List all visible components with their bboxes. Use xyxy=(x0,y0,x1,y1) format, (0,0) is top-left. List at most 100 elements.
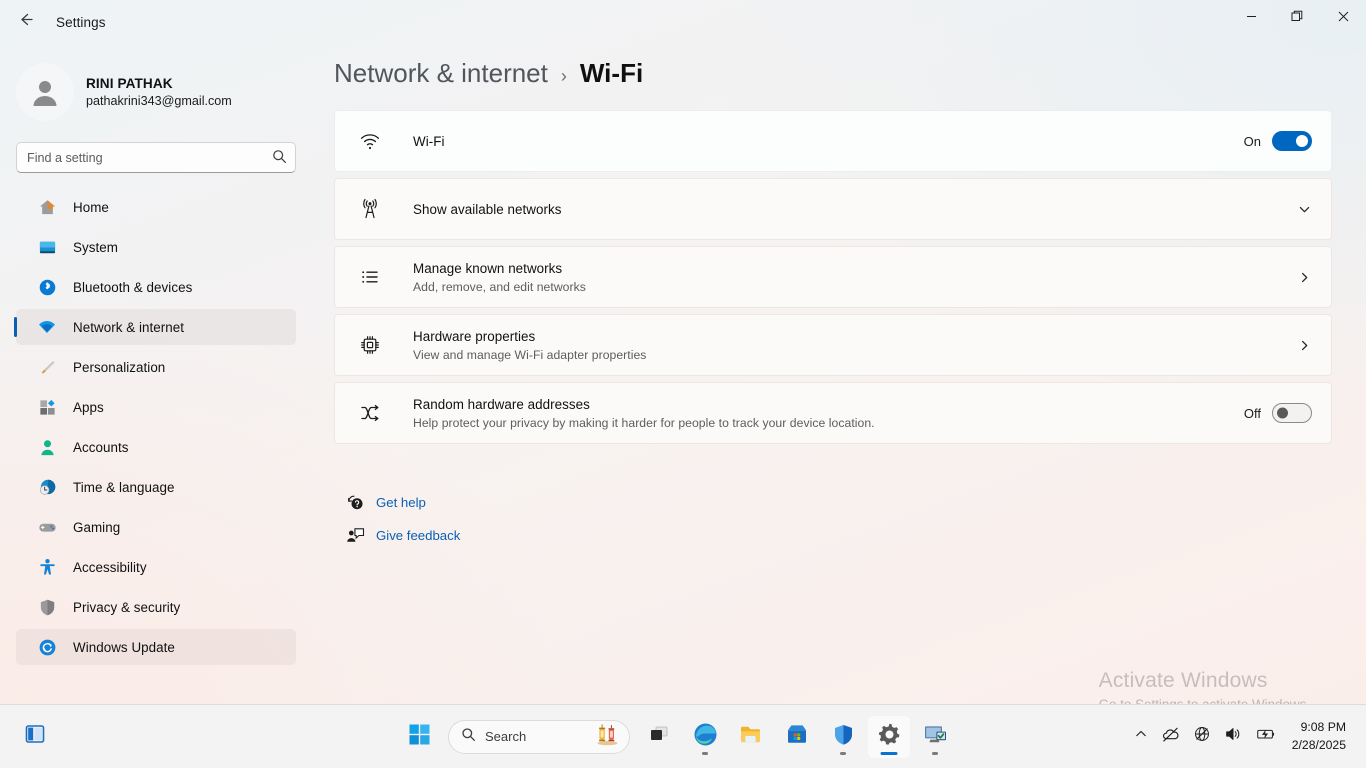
sidebar: RINI PATHAK pathakrini343@gmail.com Home xyxy=(0,44,312,704)
card-title: Wi-Fi xyxy=(413,133,445,149)
sidebar-item-label: Gaming xyxy=(73,519,121,535)
minimize-button[interactable] xyxy=(1228,0,1274,32)
start-button[interactable] xyxy=(398,716,440,758)
tray-chevron-up-button[interactable] xyxy=(1128,717,1154,757)
card-subtitle: View and manage Wi-Fi adapter properties xyxy=(413,347,647,362)
back-button[interactable] xyxy=(8,5,42,39)
edge-button[interactable] xyxy=(684,716,726,758)
help-links: Get help Give feedback xyxy=(344,486,1366,552)
random-mac-toggle-label: Off xyxy=(1243,405,1261,421)
taskbar-left xyxy=(14,716,56,758)
chevron-right-icon[interactable] xyxy=(1297,338,1312,353)
sidebar-item-apps[interactable]: Apps xyxy=(16,389,296,425)
wifi-toggle-label: On xyxy=(1243,133,1261,149)
update-icon xyxy=(36,636,58,658)
edge-icon xyxy=(693,722,718,752)
task-view-button[interactable] xyxy=(638,716,680,758)
sidebar-item-label: Time & language xyxy=(73,479,175,495)
speaker-icon xyxy=(1224,725,1242,748)
taskbar-search-label: Search xyxy=(485,729,527,744)
restore-button[interactable] xyxy=(1274,0,1320,32)
sidebar-item-label: Bluetooth & devices xyxy=(73,279,193,295)
widgets-icon xyxy=(24,723,46,750)
sidebar-item-system[interactable]: System xyxy=(16,229,296,265)
taskbar-search[interactable]: Search xyxy=(448,719,630,754)
clock[interactable]: 9:08 PM 2/28/2025 xyxy=(1284,716,1356,758)
sidebar-item-accessibility[interactable]: Accessibility xyxy=(16,549,296,585)
system-tray: 9:08 PM 2/28/2025 xyxy=(1128,716,1356,758)
get-help-label: Get help xyxy=(376,495,426,510)
sidebar-item-label: Windows Update xyxy=(73,639,175,655)
sidebar-item-gaming[interactable]: Gaming xyxy=(16,509,296,545)
wifi-icon xyxy=(355,130,385,152)
card-wifi[interactable]: Wi-Fi On xyxy=(334,110,1332,172)
list-icon xyxy=(355,266,385,288)
broadcast-tower-icon xyxy=(355,198,385,220)
chevron-right-icon[interactable] xyxy=(1297,270,1312,285)
clock-globe-icon xyxy=(36,476,58,498)
network-button[interactable] xyxy=(1187,717,1217,757)
battery-button[interactable] xyxy=(1249,717,1283,757)
home-icon xyxy=(36,196,58,218)
profile-name: RINI PATHAK xyxy=(86,75,173,91)
remote-desktop-button[interactable] xyxy=(914,716,956,758)
wifi-toggle[interactable] xyxy=(1272,131,1312,151)
caption-buttons xyxy=(1228,0,1366,44)
breadcrumb: Network & internet › Wi-Fi xyxy=(334,58,1366,89)
sidebar-item-personalization[interactable]: Personalization xyxy=(16,349,296,385)
avatar xyxy=(16,63,74,121)
onedrive-button[interactable] xyxy=(1155,717,1186,757)
card-control xyxy=(1297,202,1312,217)
give-feedback-link[interactable]: Give feedback xyxy=(344,519,460,552)
search-input[interactable] xyxy=(16,142,296,173)
settings-button[interactable] xyxy=(868,715,910,758)
card-random-hardware-addresses[interactable]: Random hardware addresses Help protect y… xyxy=(334,382,1332,444)
sidebar-item-home[interactable]: Home xyxy=(16,189,296,225)
card-subtitle: Help protect your privacy by making it h… xyxy=(413,415,875,430)
volume-button[interactable] xyxy=(1218,717,1248,757)
chevron-down-icon[interactable] xyxy=(1297,202,1312,217)
card-hardware-properties[interactable]: Hardware properties View and manage Wi-F… xyxy=(334,314,1332,376)
widgets-button[interactable] xyxy=(14,716,56,758)
breadcrumb-parent[interactable]: Network & internet xyxy=(334,58,548,89)
settings-window: Settings RINI PATHAK pathakrini343@gmail… xyxy=(0,0,1366,768)
card-control xyxy=(1297,270,1312,285)
sidebar-item-privacy-security[interactable]: Privacy & security xyxy=(16,589,296,625)
search-container xyxy=(16,142,296,173)
sidebar-item-time-language[interactable]: Time & language xyxy=(16,469,296,505)
breadcrumb-separator-icon: › xyxy=(560,66,567,86)
page-title: Wi-Fi xyxy=(579,58,644,88)
avatar-icon xyxy=(33,81,57,106)
sidebar-item-network-internet[interactable]: Network & internet xyxy=(14,309,296,345)
gear-icon xyxy=(877,722,902,752)
help-icon xyxy=(344,493,366,512)
bluetooth-icon xyxy=(36,276,58,298)
lantern-emoji-icon xyxy=(594,722,621,751)
start-icon xyxy=(409,724,430,750)
file-explorer-button[interactable] xyxy=(730,716,772,758)
give-feedback-label: Give feedback xyxy=(376,528,461,543)
card-show-available-networks[interactable]: Show available networks xyxy=(334,178,1332,240)
card-control: Off xyxy=(1244,403,1312,423)
title-bar: Settings xyxy=(0,0,1366,44)
sidebar-item-label: System xyxy=(73,239,118,255)
sidebar-item-label: Apps xyxy=(73,399,104,415)
user-profile[interactable]: RINI PATHAK pathakrini343@gmail.com xyxy=(16,60,312,124)
cloud-offline-icon xyxy=(1161,725,1180,749)
clock-date: 2/28/2025 xyxy=(1291,737,1346,752)
chip-icon xyxy=(355,334,385,356)
sidebar-item-windows-update[interactable]: Windows Update xyxy=(16,629,296,665)
card-manage-known-networks[interactable]: Manage known networks Add, remove, and e… xyxy=(334,246,1332,308)
shield-icon xyxy=(832,723,855,751)
taskbar-center: Search xyxy=(398,715,956,758)
sidebar-item-accounts[interactable]: Accounts xyxy=(16,429,296,465)
random-mac-toggle[interactable] xyxy=(1272,403,1312,423)
close-button[interactable] xyxy=(1320,0,1366,32)
microsoft-store-button[interactable] xyxy=(776,716,818,758)
apps-icon xyxy=(36,396,58,418)
sidebar-item-bluetooth[interactable]: Bluetooth & devices xyxy=(16,269,296,305)
windows-security-button[interactable] xyxy=(822,716,864,758)
get-help-link[interactable]: Get help xyxy=(344,486,426,519)
card-control: On xyxy=(1244,131,1312,151)
folder-icon xyxy=(739,722,764,752)
